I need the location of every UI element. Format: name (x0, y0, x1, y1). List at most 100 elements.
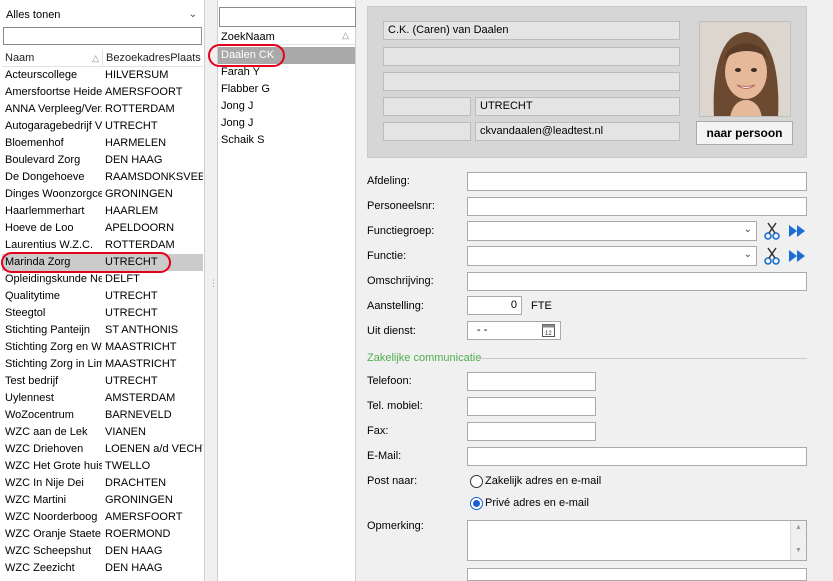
table-row[interactable]: Haarlemmerhart HAARLEM (2, 203, 203, 220)
table-row[interactable]: Qualitytime UTRECHT (2, 288, 203, 305)
panel-splitter[interactable]: ⋮ (207, 278, 218, 296)
telefoon-input[interactable] (467, 372, 596, 391)
table-row[interactable]: Autogaragebedrijf V UTRECHT (2, 118, 203, 135)
cell-plaats: UTRECHT (105, 290, 158, 302)
table-row[interactable]: WZC Zeezicht DEN HAAG (2, 560, 203, 577)
organisation-search-input[interactable] (3, 27, 202, 45)
filter-dropdown[interactable]: Alles tonen ⌄ (2, 6, 202, 24)
table-row[interactable]: WZC Oranje Staete ROERMOND (2, 526, 203, 543)
cell-plaats: AMSTERDAM (105, 392, 176, 404)
aanstelling-input[interactable]: 0 (467, 296, 522, 315)
list-item[interactable]: Jong J (218, 98, 355, 115)
personeelsnr-input[interactable] (467, 197, 807, 216)
table-row[interactable]: WZC In Nije Dei DRACHTEN (2, 475, 203, 492)
table-row[interactable]: WoZocentrum BARNEVELD (2, 407, 203, 424)
table-row[interactable]: WZC Het Grote huis TWELLO (2, 458, 203, 475)
cell-plaats: AMERSFOORT (105, 511, 183, 523)
table-row[interactable]: Uylennest AMSTERDAM (2, 390, 203, 407)
fast-forward-icon[interactable] (787, 246, 807, 266)
cell-plaats: ROTTERDAM (105, 239, 175, 251)
email-label: E-Mail: (367, 450, 402, 462)
person-table-header[interactable]: ZoekNaam △ (218, 29, 355, 45)
person-search-input[interactable] (219, 7, 356, 27)
cell-plaats: DRACHTEN (105, 477, 167, 489)
to-person-button[interactable]: naar persoon (696, 121, 793, 145)
table-row[interactable]: Hoeve de Loo APELDOORN (2, 220, 203, 237)
table-row[interactable]: Laurentius W.Z.C. ROTTERDAM (2, 237, 203, 254)
calendar-icon[interactable]: 12 (542, 323, 555, 343)
fax-input[interactable] (467, 422, 596, 441)
table-row[interactable]: Boulevard Zorg DEN HAAG (2, 152, 203, 169)
afdeling-input[interactable] (467, 172, 807, 191)
list-item[interactable]: Daalen CK (218, 47, 355, 64)
table-row[interactable]: Stichting Panteijn ST ANTHONIS (2, 322, 203, 339)
table-row[interactable]: Opleidingskunde NederlandDELFT (2, 271, 203, 288)
table-row[interactable]: Steegtol UTRECHT (2, 305, 203, 322)
mobiel-input[interactable] (467, 397, 596, 416)
table-row[interactable]: Bloemenhof HARMELEN (2, 135, 203, 152)
chevron-down-icon: ⌄ (743, 224, 752, 235)
opmerking-textarea[interactable]: ▲ ▼ (467, 520, 807, 561)
functie-select[interactable]: ⌄ (467, 246, 757, 266)
table-row[interactable]: Test bedrijf UTRECHT (2, 373, 203, 390)
post-prive-label[interactable]: Privé adres en e-mail (485, 497, 589, 509)
cell-naam: WZC In Nije Dei (5, 477, 84, 489)
list-item[interactable]: Flabber G (218, 81, 355, 98)
table-row[interactable]: WZC Martini GRONINGEN (2, 492, 203, 509)
scroll-down-icon[interactable]: ▼ (795, 547, 802, 554)
fast-forward-icon[interactable] (787, 221, 807, 241)
cell-plaats: UTRECHT (105, 375, 158, 387)
card-city: UTRECHT (475, 97, 680, 116)
omschrijving-input[interactable] (467, 272, 807, 291)
post-prive-radio[interactable] (470, 497, 483, 510)
post-zakelijk-radio[interactable] (470, 475, 483, 488)
cell-plaats: GRONINGEN (105, 188, 173, 200)
cell-plaats: UTRECHT (105, 256, 158, 268)
cell-naam: Autogaragebedrijf V (5, 120, 102, 132)
card-address-line-1 (383, 47, 680, 66)
cell-naam: ANNA Verpleeg/Verzorging (5, 103, 102, 115)
table-row[interactable]: Marinda Zorg UTRECHT (2, 254, 203, 271)
table-row[interactable]: WZC Scheepshut DEN HAAG (2, 543, 203, 560)
functiegroep-label: Functiegroep: (367, 225, 435, 237)
post-zakelijk-label[interactable]: Zakelijk adres en e-mail (485, 475, 601, 487)
functiegroep-select[interactable]: ⌄ (467, 221, 757, 241)
list-item[interactable]: Schaik S (218, 132, 355, 149)
cell-plaats: HILVERSUM (105, 69, 169, 81)
scissors-icon[interactable] (762, 221, 782, 241)
table-row[interactable]: WZC aan de Lek VIANEN (2, 424, 203, 441)
uit-dienst-date-input[interactable]: - - 12 (467, 321, 561, 340)
cell-naam: WZC Martini (5, 494, 67, 506)
table-row[interactable]: Dinges WoonzorgcentrumGRONINGEN (2, 186, 203, 203)
scissors-icon[interactable] (762, 246, 782, 266)
column-header-plaats[interactable]: BezoekadresPlaats (103, 49, 203, 67)
table-row[interactable]: Stichting Zorg en WelzijnMAASTRICHT (2, 339, 203, 356)
card-name-field: C.K. (Caren) van Daalen (383, 21, 680, 40)
cell-plaats: DEN HAAG (105, 154, 163, 166)
cell-plaats: HAARLEM (105, 205, 159, 217)
table-row[interactable]: Acteurscollege HILVERSUM (2, 67, 203, 84)
person-card: C.K. (Caren) van Daalen UTRECHT ckvandaa… (367, 6, 807, 158)
table-row[interactable]: De Dongehoeve RAAMSDONKSVEER (2, 169, 203, 186)
next-field-input[interactable] (467, 568, 807, 581)
chevron-down-icon: ⌄ (188, 9, 197, 20)
column-header-zoeknaam: ZoekNaam (221, 31, 275, 43)
list-item[interactable]: Jong J (218, 115, 355, 132)
opmerking-scrollbar[interactable]: ▲ ▼ (790, 521, 806, 560)
table-row[interactable]: Stichting Zorg in LimburgMAASTRICHT (2, 356, 203, 373)
scroll-up-icon[interactable]: ▲ (795, 524, 802, 531)
email-input[interactable] (467, 447, 807, 466)
column-header-label: Naam (5, 52, 35, 64)
column-header-label: BezoekadresPlaats (106, 52, 201, 64)
card-email: ckvandaalen@leadtest.nl (475, 122, 680, 141)
table-row[interactable]: WZC Noorderboog AMERSFOORT (2, 509, 203, 526)
cell-plaats: ROTTERDAM (105, 103, 175, 115)
fte-label: FTE (531, 300, 552, 312)
cell-plaats: APELDOORN (105, 222, 175, 234)
card-address-line-2 (383, 72, 680, 91)
table-row[interactable]: WZC Driehoven LOENEN a/d VECHT (2, 441, 203, 458)
list-item[interactable]: Farah Y (218, 64, 355, 81)
table-row[interactable]: Amersfoortse Heide AMERSFOORT (2, 84, 203, 101)
column-header-naam[interactable]: Naam △ (2, 49, 103, 67)
table-row[interactable]: ANNA Verpleeg/VerzorgingROTTERDAM (2, 101, 203, 118)
